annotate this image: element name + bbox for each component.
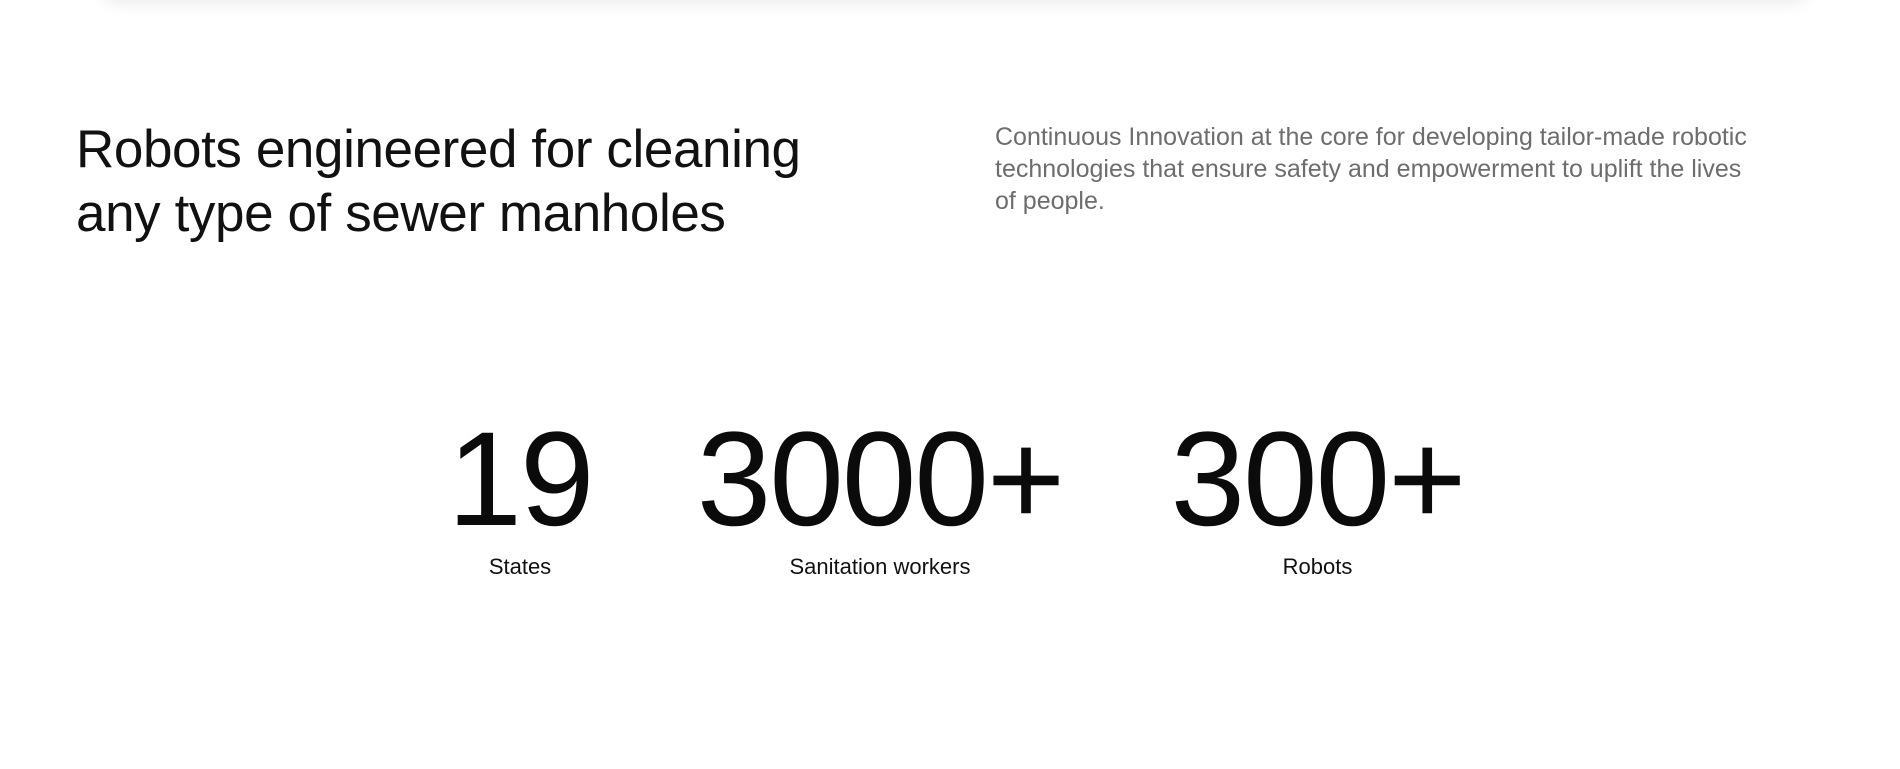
stats-section: 19 States 3000+ Sanitation workers 300+ … [0, 410, 1900, 600]
headline-line-1: Robots engineered for cleaning [76, 120, 801, 179]
headline-line-2: any type of sewer manholes [76, 184, 726, 243]
description-line-2: technologies that ensure safety and empo… [995, 155, 1742, 183]
description-line-3: of people. [995, 187, 1105, 215]
headline: Robots engineered for cleaning any type … [76, 118, 896, 246]
stat-value-sanitation-workers: 3000+ [696, 405, 1065, 554]
stat-sanitation-workers: 3000+ Sanitation workers [665, 410, 1095, 600]
stat-states: 19 States [435, 410, 605, 600]
intro-description: Continuous Innovation at the core for de… [995, 121, 1845, 217]
intro-section: Robots engineered for cleaning any type … [0, 0, 1900, 260]
page: Robots engineered for cleaning any type … [0, 0, 1900, 769]
stat-label-states: States [488, 554, 552, 579]
description-line-1: Continuous Innovation at the core for de… [995, 123, 1747, 151]
stat-value-states: 19 [447, 405, 594, 554]
stat-robots: 300+ Robots [1145, 410, 1490, 600]
stat-value-robots: 300+ [1170, 405, 1467, 554]
stat-label-robots: Robots [1282, 554, 1353, 579]
stat-label-sanitation-workers: Sanitation workers [789, 554, 971, 579]
